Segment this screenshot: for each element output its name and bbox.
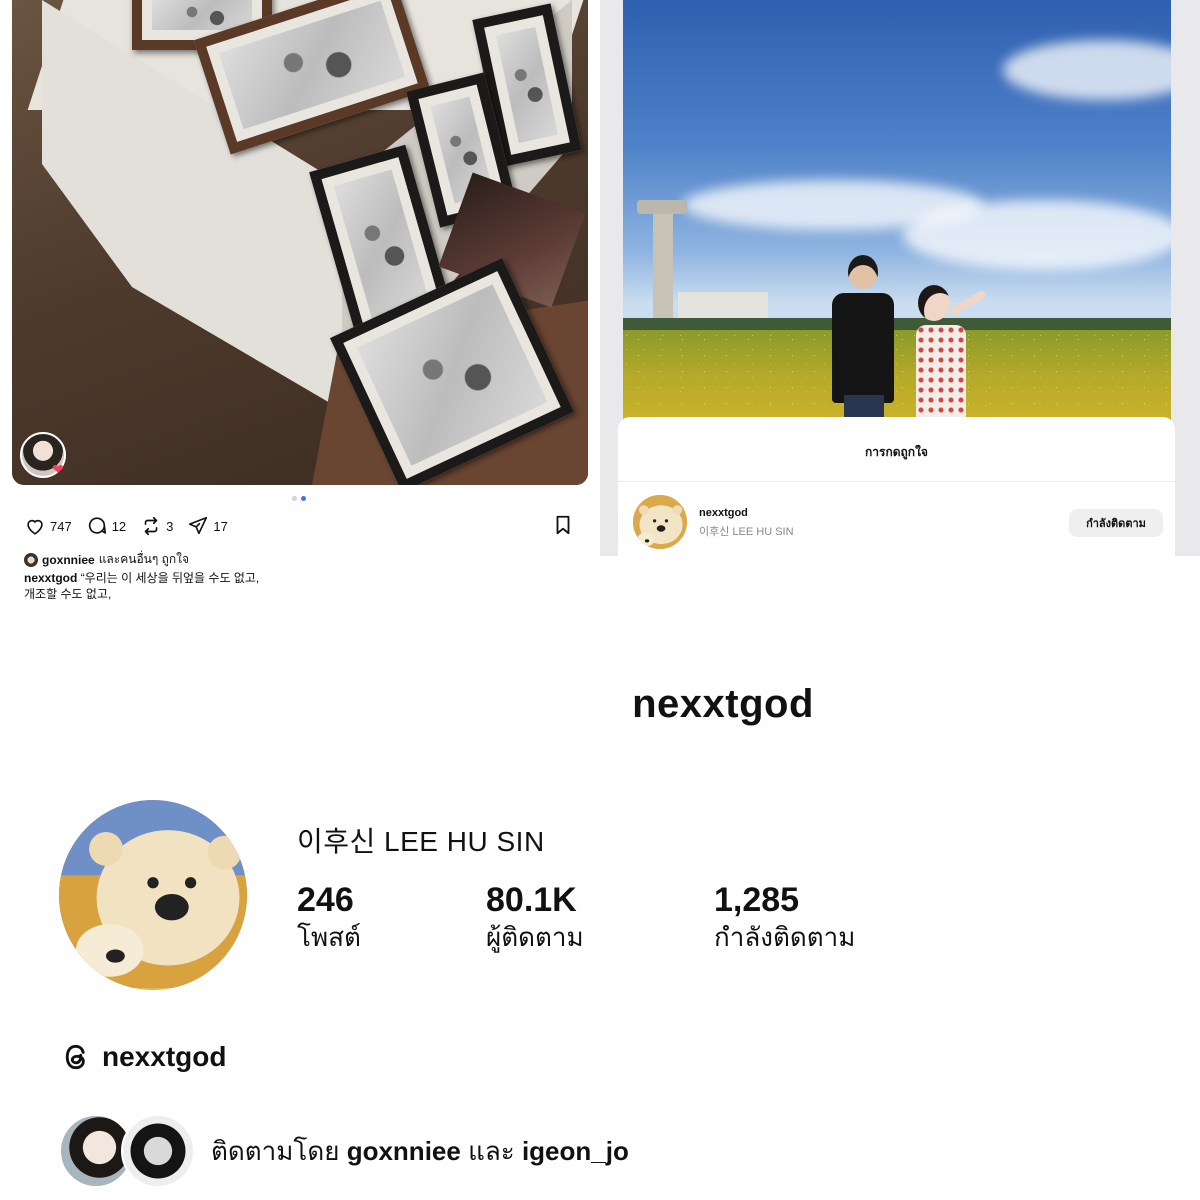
stat-followers[interactable]: 80.1K ผู้ติดตาม	[486, 880, 584, 954]
person-woman	[908, 285, 988, 420]
follower-avatar[interactable]	[121, 1114, 195, 1188]
stat-followers-value: 80.1K	[486, 881, 577, 919]
profile-fullname: 이후신 LEE HU SIN	[297, 826, 545, 857]
share-action[interactable]: 17	[187, 515, 228, 537]
carousel-indicator	[292, 496, 306, 501]
stat-following[interactable]: 1,285 กำลังติดตาม	[714, 880, 855, 954]
cloud	[1003, 40, 1171, 100]
post-action-bar: 747 12 3 17	[24, 514, 242, 538]
stat-following-label: กำลังติดตาม	[714, 922, 856, 952]
send-icon	[189, 516, 208, 535]
comment-action[interactable]: 12	[86, 515, 126, 537]
comment-icon	[88, 517, 106, 534]
followed-by-row[interactable]: ติดตามโดย goxnniee และ igeon_jo	[59, 1114, 629, 1188]
repost-count: 3	[166, 518, 174, 534]
threads-icon	[65, 1044, 85, 1070]
comment-count: 12	[111, 518, 127, 534]
heart-badge-icon: ❤	[52, 461, 64, 477]
threads-handle[interactable]: nexxtgod	[102, 1041, 226, 1073]
liker-row[interactable]: nexxtgod 이후신 LEE HU SIN กำลังติดตาม	[633, 495, 1163, 549]
heart-icon	[27, 519, 43, 535]
stat-posts[interactable]: 246 โพสต์	[297, 880, 361, 954]
likes-sheet-title: การกดถูกใจ	[865, 445, 928, 459]
liked-by-suffix: และคนอื่นๆ ถูกใจ	[98, 552, 190, 566]
followed-by-text: ติดตามโดย goxnniee และ igeon_jo	[211, 1131, 629, 1172]
divider	[618, 481, 1175, 482]
liked-by-avatar	[24, 552, 38, 567]
background-photo	[623, 0, 1171, 420]
share-count: 17	[213, 518, 228, 534]
stat-posts-label: โพสต์	[297, 922, 361, 952]
person-man	[828, 255, 898, 420]
bookmark-icon[interactable]	[552, 514, 574, 536]
post-image[interactable]	[12, 0, 588, 485]
polar-bear-icon	[59, 800, 247, 988]
liker-username[interactable]: nexxtgod	[699, 507, 748, 519]
post-caption: nexxtgod “우리는 이 세상을 뒤엎을 수도 없고, 개조할 수도 없고…	[24, 570, 324, 602]
followed-by-prefix: ติดตามโดย	[211, 1135, 347, 1166]
carousel-dot-active[interactable]	[301, 496, 306, 501]
profile-avatar[interactable]	[59, 800, 247, 990]
stat-following-value: 1,285	[714, 881, 800, 919]
liked-by-username[interactable]: goxnniee	[42, 553, 95, 567]
caption-username[interactable]: nexxtgod	[24, 571, 77, 585]
like-count: 747	[50, 518, 72, 534]
cloud	[903, 200, 1171, 270]
following-button[interactable]: กำลังติดตาม	[1069, 509, 1163, 537]
liker-avatar[interactable]	[633, 495, 687, 549]
stat-posts-value: 246	[297, 881, 354, 919]
followed-by-user[interactable]: goxnniee	[347, 1136, 461, 1166]
liker-fullname: 이후신 LEE HU SIN	[699, 526, 794, 538]
tower	[653, 205, 673, 330]
like-action[interactable]: 747	[24, 515, 72, 537]
repost-action[interactable]: 3	[140, 515, 173, 537]
repost-icon	[144, 516, 158, 536]
likes-sheet: การกดถูกใจ nexxtgod 이후신 LEE HU SIN กำลัง…	[618, 417, 1175, 556]
followed-by-and: และ	[460, 1135, 522, 1166]
caption-text-line2: 개조할 수도 없고,	[24, 587, 112, 601]
carousel-dot[interactable]	[292, 496, 297, 501]
polar-bear-icon	[633, 495, 687, 549]
threads-link[interactable]: nexxtgod	[60, 1040, 226, 1074]
followed-by-user[interactable]: igeon_jo	[522, 1136, 629, 1166]
liked-by-line[interactable]: goxnniee และคนอื่นๆ ถูกใจ	[24, 550, 189, 569]
stat-followers-label: ผู้ติดตาม	[486, 922, 584, 952]
caption-text: “우리는 이 세상을 뒤엎을 수도 없고,	[77, 571, 260, 585]
profile-username: nexxtgod	[632, 682, 814, 726]
tower-top	[637, 200, 687, 214]
